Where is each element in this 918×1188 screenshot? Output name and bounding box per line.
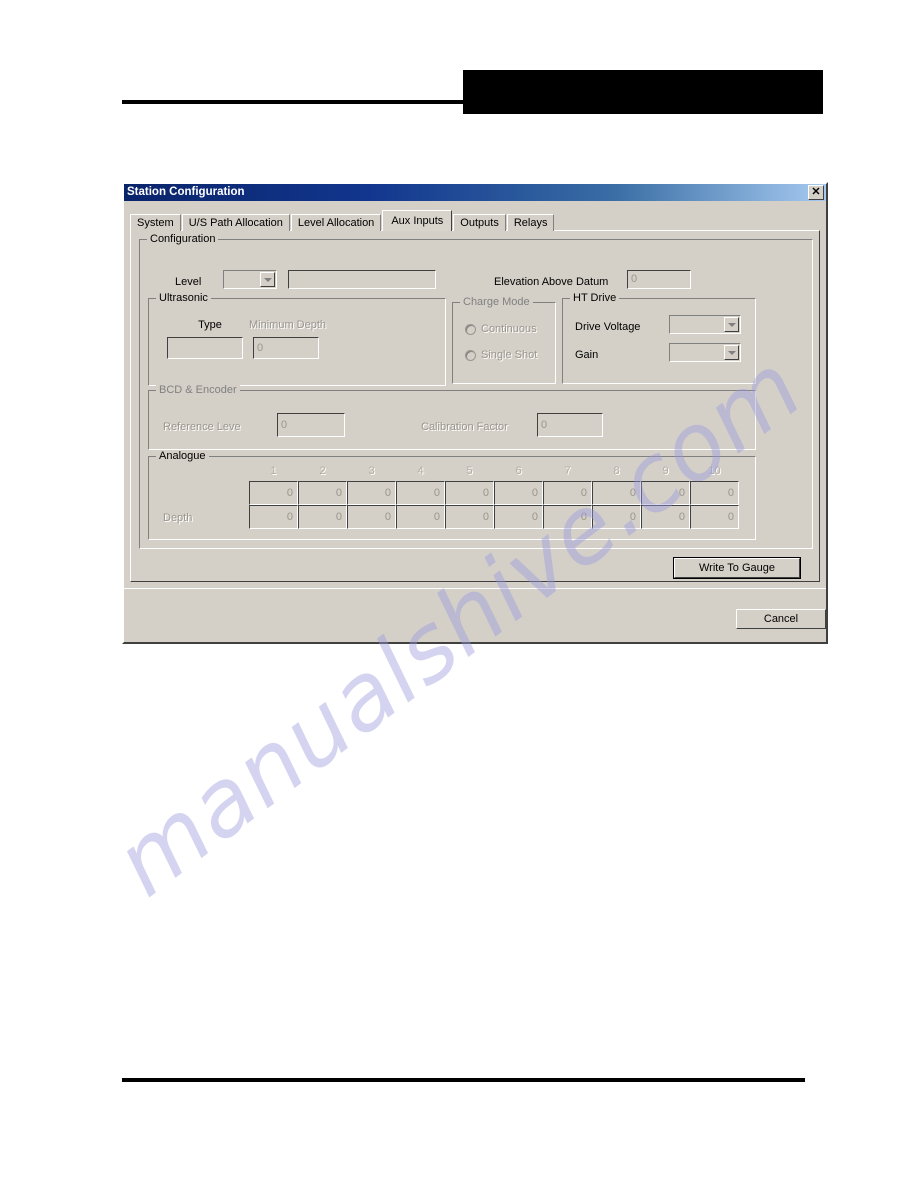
elevation-above-datum-input[interactable]: 0	[627, 270, 691, 289]
analogue-group-title: Analogue	[156, 451, 209, 462]
analogue-group: Analogue 1 2 3 4 5 6 7 8 9 10 0 0 0 0 0 0 0 0 0 0 Depth 0 0 0 0 0…	[148, 451, 756, 540]
analogue-cell-input[interactable]: 0	[347, 481, 396, 505]
analogue-cell-input[interactable]: 0	[396, 505, 445, 529]
minimum-depth-label: Minimum Depth	[249, 319, 327, 331]
tab-relays[interactable]: Relays	[506, 214, 555, 231]
elevation-above-datum-label: Elevation Above Datum	[494, 276, 609, 288]
analogue-cell-input[interactable]: 0	[543, 505, 592, 529]
configuration-group-title: Configuration	[147, 234, 219, 245]
ultrasonic-group: Ultrasonic Type Minimum Depth 0	[148, 293, 446, 386]
ht-drive-group: HT Drive Drive Voltage Gain	[562, 293, 756, 384]
charge-mode-group-title: Charge Mode	[460, 297, 533, 308]
gain-combo[interactable]	[669, 343, 741, 362]
level-name-input[interactable]	[288, 270, 436, 289]
dialog-bottom-strip: Cancel	[124, 588, 826, 643]
radio-single-shot-label: Single Shot	[481, 349, 538, 361]
analogue-column-header: 5	[466, 465, 473, 477]
calibration-factor-label: Calibration Factor	[421, 421, 508, 433]
tab-outputs-label: Outputs	[460, 217, 499, 229]
cancel-button[interactable]: Cancel	[736, 609, 826, 629]
radio-continuous-indicator	[465, 323, 476, 335]
tab-us-path-allocation-label: U/S Path Allocation	[188, 217, 283, 229]
radio-continuous[interactable]: Continuous	[465, 323, 537, 335]
tab-level-allocation[interactable]: Level Allocation	[290, 214, 382, 231]
analogue-column-header: 10	[708, 465, 721, 477]
radio-single-shot[interactable]: Single Shot	[465, 349, 537, 361]
tab-system-label: System	[137, 217, 174, 229]
analogue-cell-input[interactable]: 0	[690, 505, 739, 529]
tab-system[interactable]: System	[130, 214, 181, 231]
footer-rule	[122, 1078, 805, 1082]
analogue-cell-input[interactable]: 0	[445, 505, 494, 529]
analogue-column-header: 7	[564, 465, 571, 477]
analogue-cell-input[interactable]: 0	[347, 505, 396, 529]
analogue-cell-input[interactable]: 0	[592, 505, 641, 529]
calibration-factor-input[interactable]: 0	[537, 413, 603, 437]
chevron-down-icon[interactable]	[724, 317, 739, 332]
analogue-column-header: 4	[417, 465, 424, 477]
analogue-cell-input[interactable]: 0	[396, 481, 445, 505]
analogue-column-header: 3	[368, 465, 375, 477]
tab-outputs[interactable]: Outputs	[453, 214, 506, 231]
write-to-gauge-label: Write To Gauge	[698, 562, 776, 574]
analogue-cell-input[interactable]: 0	[298, 481, 347, 505]
analogue-column-header: 8	[613, 465, 620, 477]
radio-continuous-label: Continuous	[481, 323, 537, 335]
header-redaction-block	[463, 70, 823, 114]
analogue-cell-input[interactable]: 0	[690, 481, 739, 505]
drive-voltage-label: Drive Voltage	[575, 321, 641, 333]
level-label: Level	[175, 276, 202, 288]
tab-relays-label: Relays	[513, 217, 548, 229]
type-label: Type	[198, 319, 222, 331]
analogue-column-header: 9	[662, 465, 669, 477]
dialog-title: Station Configuration	[127, 186, 245, 198]
station-configuration-dialog: Station Configuration ✕ System U/S Path …	[122, 182, 828, 644]
manual-page: Station Configuration ✕ System U/S Path …	[0, 0, 918, 1188]
bcd-encoder-group: BCD & Encoder Reference Leve 0 Calibrati…	[148, 385, 756, 450]
minimum-depth-input[interactable]: 0	[253, 337, 319, 359]
bcd-encoder-group-title: BCD & Encoder	[156, 385, 240, 396]
analogue-cell-input[interactable]: 0	[445, 481, 494, 505]
analogue-cell-input[interactable]: 0	[249, 481, 298, 505]
gain-label: Gain	[575, 349, 599, 361]
analogue-cell-input[interactable]: 0	[298, 505, 347, 529]
analogue-cell-input[interactable]: 0	[494, 505, 543, 529]
close-icon[interactable]: ✕	[808, 185, 824, 200]
dialog-titlebar[interactable]: Station Configuration ✕	[124, 184, 826, 201]
analogue-cell-input[interactable]: 0	[641, 481, 690, 505]
analogue-row-label: Depth	[163, 512, 193, 524]
analogue-cell-input[interactable]: 0	[249, 505, 298, 529]
level-combo[interactable]	[223, 270, 277, 289]
tab-strip: System U/S Path Allocation Level Allocat…	[130, 210, 820, 231]
radio-single-shot-indicator	[465, 349, 476, 361]
analogue-cell-input[interactable]: 0	[641, 505, 690, 529]
chevron-down-icon[interactable]	[724, 345, 739, 360]
ultrasonic-type-input[interactable]	[167, 337, 243, 359]
analogue-column-header: 2	[319, 465, 326, 477]
charge-mode-group: Charge Mode Continuous Single Shot	[452, 297, 556, 384]
analogue-cell-input[interactable]: 0	[494, 481, 543, 505]
analogue-cell-input[interactable]: 0	[543, 481, 592, 505]
configuration-group: Configuration Level Elevation Above Datu…	[139, 234, 813, 549]
reference-level-label: Reference Leve	[163, 421, 241, 433]
reference-level-input[interactable]: 0	[277, 413, 345, 437]
ht-drive-group-title: HT Drive	[570, 293, 620, 304]
aux-inputs-tab-page: Configuration Level Elevation Above Datu…	[130, 230, 820, 582]
ultrasonic-group-title: Ultrasonic	[156, 293, 211, 304]
write-to-gauge-button[interactable]: Write To Gauge	[673, 557, 801, 579]
analogue-cell-input[interactable]: 0	[592, 481, 641, 505]
tab-aux-inputs-label: Aux Inputs	[391, 215, 444, 227]
tab-us-path-allocation[interactable]: U/S Path Allocation	[181, 214, 290, 231]
tab-aux-inputs[interactable]: Aux Inputs	[382, 210, 453, 231]
analogue-column-header: 6	[515, 465, 522, 477]
tab-level-allocation-label: Level Allocation	[297, 217, 375, 229]
cancel-label: Cancel	[763, 613, 799, 625]
drive-voltage-combo[interactable]	[669, 315, 741, 334]
chevron-down-icon[interactable]	[260, 272, 275, 287]
analogue-column-header: 1	[270, 465, 277, 477]
